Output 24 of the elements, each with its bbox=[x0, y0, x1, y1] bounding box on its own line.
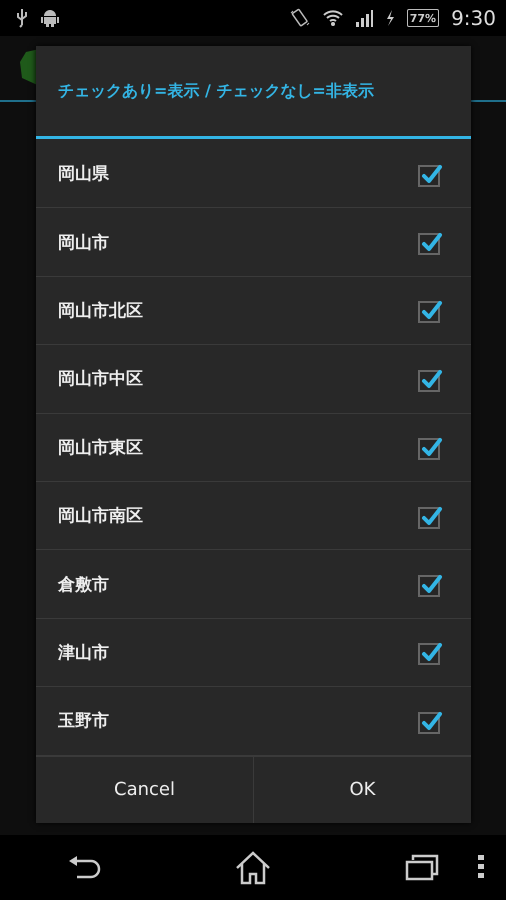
android-icon bbox=[40, 8, 60, 28]
list-item-label: 岡山市東区 bbox=[58, 436, 144, 459]
recent-apps-icon[interactable] bbox=[405, 854, 440, 882]
home-icon[interactable] bbox=[234, 850, 272, 884]
wifi-icon bbox=[322, 9, 343, 27]
list-item-label: 玉野市 bbox=[58, 710, 110, 732]
cancel-button[interactable]: Cancel bbox=[36, 756, 253, 823]
list-item-label: 岡山県 bbox=[58, 163, 110, 186]
battery-level: 77% bbox=[406, 9, 440, 27]
list-item-label: 津山市 bbox=[58, 642, 110, 664]
vibrate-icon bbox=[288, 7, 311, 29]
list-item-label: 倉敷市 bbox=[58, 574, 110, 596]
list-item-label: 岡山市 bbox=[58, 232, 110, 254]
dialog-title: チェックあり=表示 / チェックなし=非表示 bbox=[36, 46, 471, 139]
clock: 9:30 bbox=[451, 6, 496, 30]
list-item-label: 岡山市中区 bbox=[58, 368, 144, 390]
list-item-label: 岡山市南区 bbox=[58, 505, 144, 528]
back-icon[interactable] bbox=[66, 854, 101, 880]
signal-icon bbox=[354, 9, 373, 27]
charging-icon bbox=[384, 9, 395, 27]
usb-icon bbox=[16, 8, 28, 28]
menu-icon[interactable] bbox=[478, 855, 484, 879]
list-item-label: 岡山市北区 bbox=[58, 300, 144, 322]
ok-button[interactable]: OK bbox=[253, 756, 471, 823]
